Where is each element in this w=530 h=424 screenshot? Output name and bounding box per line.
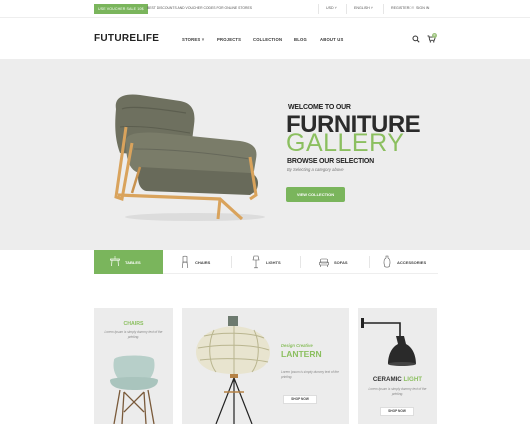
- lantern-desc: Lorem Ipsum is simply dummy text of the …: [281, 370, 339, 379]
- tab-lights[interactable]: LIGHTS: [251, 250, 281, 274]
- tab-chairs[interactable]: CHAIRS: [180, 250, 210, 274]
- hero-title-line2: GALLERY: [286, 129, 405, 157]
- tab-sofas[interactable]: SOFAS: [319, 250, 348, 274]
- vase-icon: [383, 255, 391, 268]
- tab-lights-label: LIGHTS: [266, 259, 281, 265]
- lantern-banner[interactable]: Design Creative LANTERN Lorem Ipsum is s…: [182, 308, 349, 424]
- ceramic-light-title: CERAMIC LIGHT: [358, 376, 437, 383]
- ceramic-title-main: CERAMIC: [372, 376, 402, 383]
- nav-collection[interactable]: COLLECTION: [253, 37, 282, 42]
- lantern-title: LANTERN: [281, 349, 322, 359]
- ceramic-light-banner[interactable]: CERAMIC LIGHT Lorem Ipsum is simply dumm…: [358, 308, 437, 424]
- chair-image: [110, 355, 158, 424]
- nav-stores-label: STORES: [182, 37, 201, 42]
- chairs-banner-desc: Lorem Ipsum is simply dummy text of the …: [104, 330, 163, 339]
- hero-banner: WELCOME TO OUR FURNITURE GALLERY BROWSE …: [0, 59, 530, 250]
- hero-subtitle: By Selecting a category above: [287, 167, 344, 172]
- ceramic-light-desc: Lorem Ipsum is simply dummy text of the …: [368, 387, 427, 396]
- hero-browse-heading: BROWSE OUR SELECTION: [287, 158, 375, 165]
- currency-value: USD: [326, 6, 334, 10]
- lantern-lamp-image: [196, 316, 270, 424]
- armchair-image: [114, 94, 265, 221]
- chairs-banner[interactable]: CHAIRS Lorem Ipsum is simply dummy text …: [94, 308, 173, 424]
- promo-badge[interactable]: USE VOUCHER SALE 10$: [94, 4, 148, 14]
- lantern-shop-now-button[interactable]: SHOP NOW: [283, 395, 317, 404]
- cart-count-badge: 0: [432, 33, 437, 38]
- chevron-down-icon: ˅: [201, 37, 205, 42]
- chair-icon: [181, 255, 189, 269]
- light-icon: [252, 255, 260, 269]
- currency-select[interactable]: USD ˅: [326, 6, 337, 10]
- nav-projects[interactable]: PROJECTS: [217, 37, 241, 42]
- tab-chairs-label: CHAIRS: [195, 259, 211, 265]
- search-icon[interactable]: [412, 35, 420, 43]
- tab-tables[interactable]: TABLES: [94, 250, 163, 274]
- nav-stores[interactable]: STORES ˅: [182, 37, 204, 42]
- tab-sofas-label: SOFAS: [334, 259, 348, 265]
- divider: [231, 256, 232, 268]
- sign-in-link[interactable]: SIGN IN: [416, 6, 429, 10]
- register-link[interactable]: REGISTER: [391, 6, 409, 10]
- site-logo[interactable]: FUTURELIFE: [94, 33, 159, 44]
- nav-blog[interactable]: BLOG: [294, 37, 307, 42]
- chevron-down-icon: ˅: [370, 6, 373, 10]
- sofa-icon: [319, 258, 329, 267]
- ceramic-shop-now-button[interactable]: SHOP NOW: [380, 407, 414, 416]
- nav-about-us[interactable]: ABOUT US: [320, 37, 343, 42]
- ceramic-title-accent: LIGHT: [403, 376, 423, 383]
- divider: [383, 4, 384, 14]
- divider: [300, 256, 301, 268]
- divider: [318, 4, 319, 14]
- chevron-down-icon: ˅: [334, 6, 337, 10]
- wall-lamp-image: [361, 318, 416, 366]
- language-value: ENGLISH: [354, 6, 370, 10]
- promo-text: BEST DISCOUNTS AND VOUCHER CODES FOR ONL…: [147, 6, 253, 10]
- language-select[interactable]: ENGLISH ˅: [354, 6, 373, 10]
- view-collection-button[interactable]: VIEW COLLECTION: [286, 187, 345, 202]
- hero-welcome: WELCOME TO OUR: [288, 104, 351, 111]
- top-bar: USE VOUCHER SALE 10$ BEST DISCOUNTS AND …: [0, 0, 530, 18]
- tab-tables-label: TABLES: [125, 259, 141, 265]
- lantern-kicker: Design Creative: [281, 343, 313, 348]
- divider: [346, 4, 347, 14]
- chairs-banner-title: CHAIRS: [123, 321, 144, 327]
- tab-accessories[interactable]: ACCESSORIES: [382, 250, 426, 274]
- or-text: OR: [409, 6, 415, 10]
- table-icon: [110, 256, 120, 267]
- divider: [369, 256, 370, 268]
- category-tabs: TABLES CHAIRS LIGHTS SOFAS ACCESSORIES: [94, 250, 438, 274]
- tab-accessories-label: ACCESSORIES: [397, 259, 427, 265]
